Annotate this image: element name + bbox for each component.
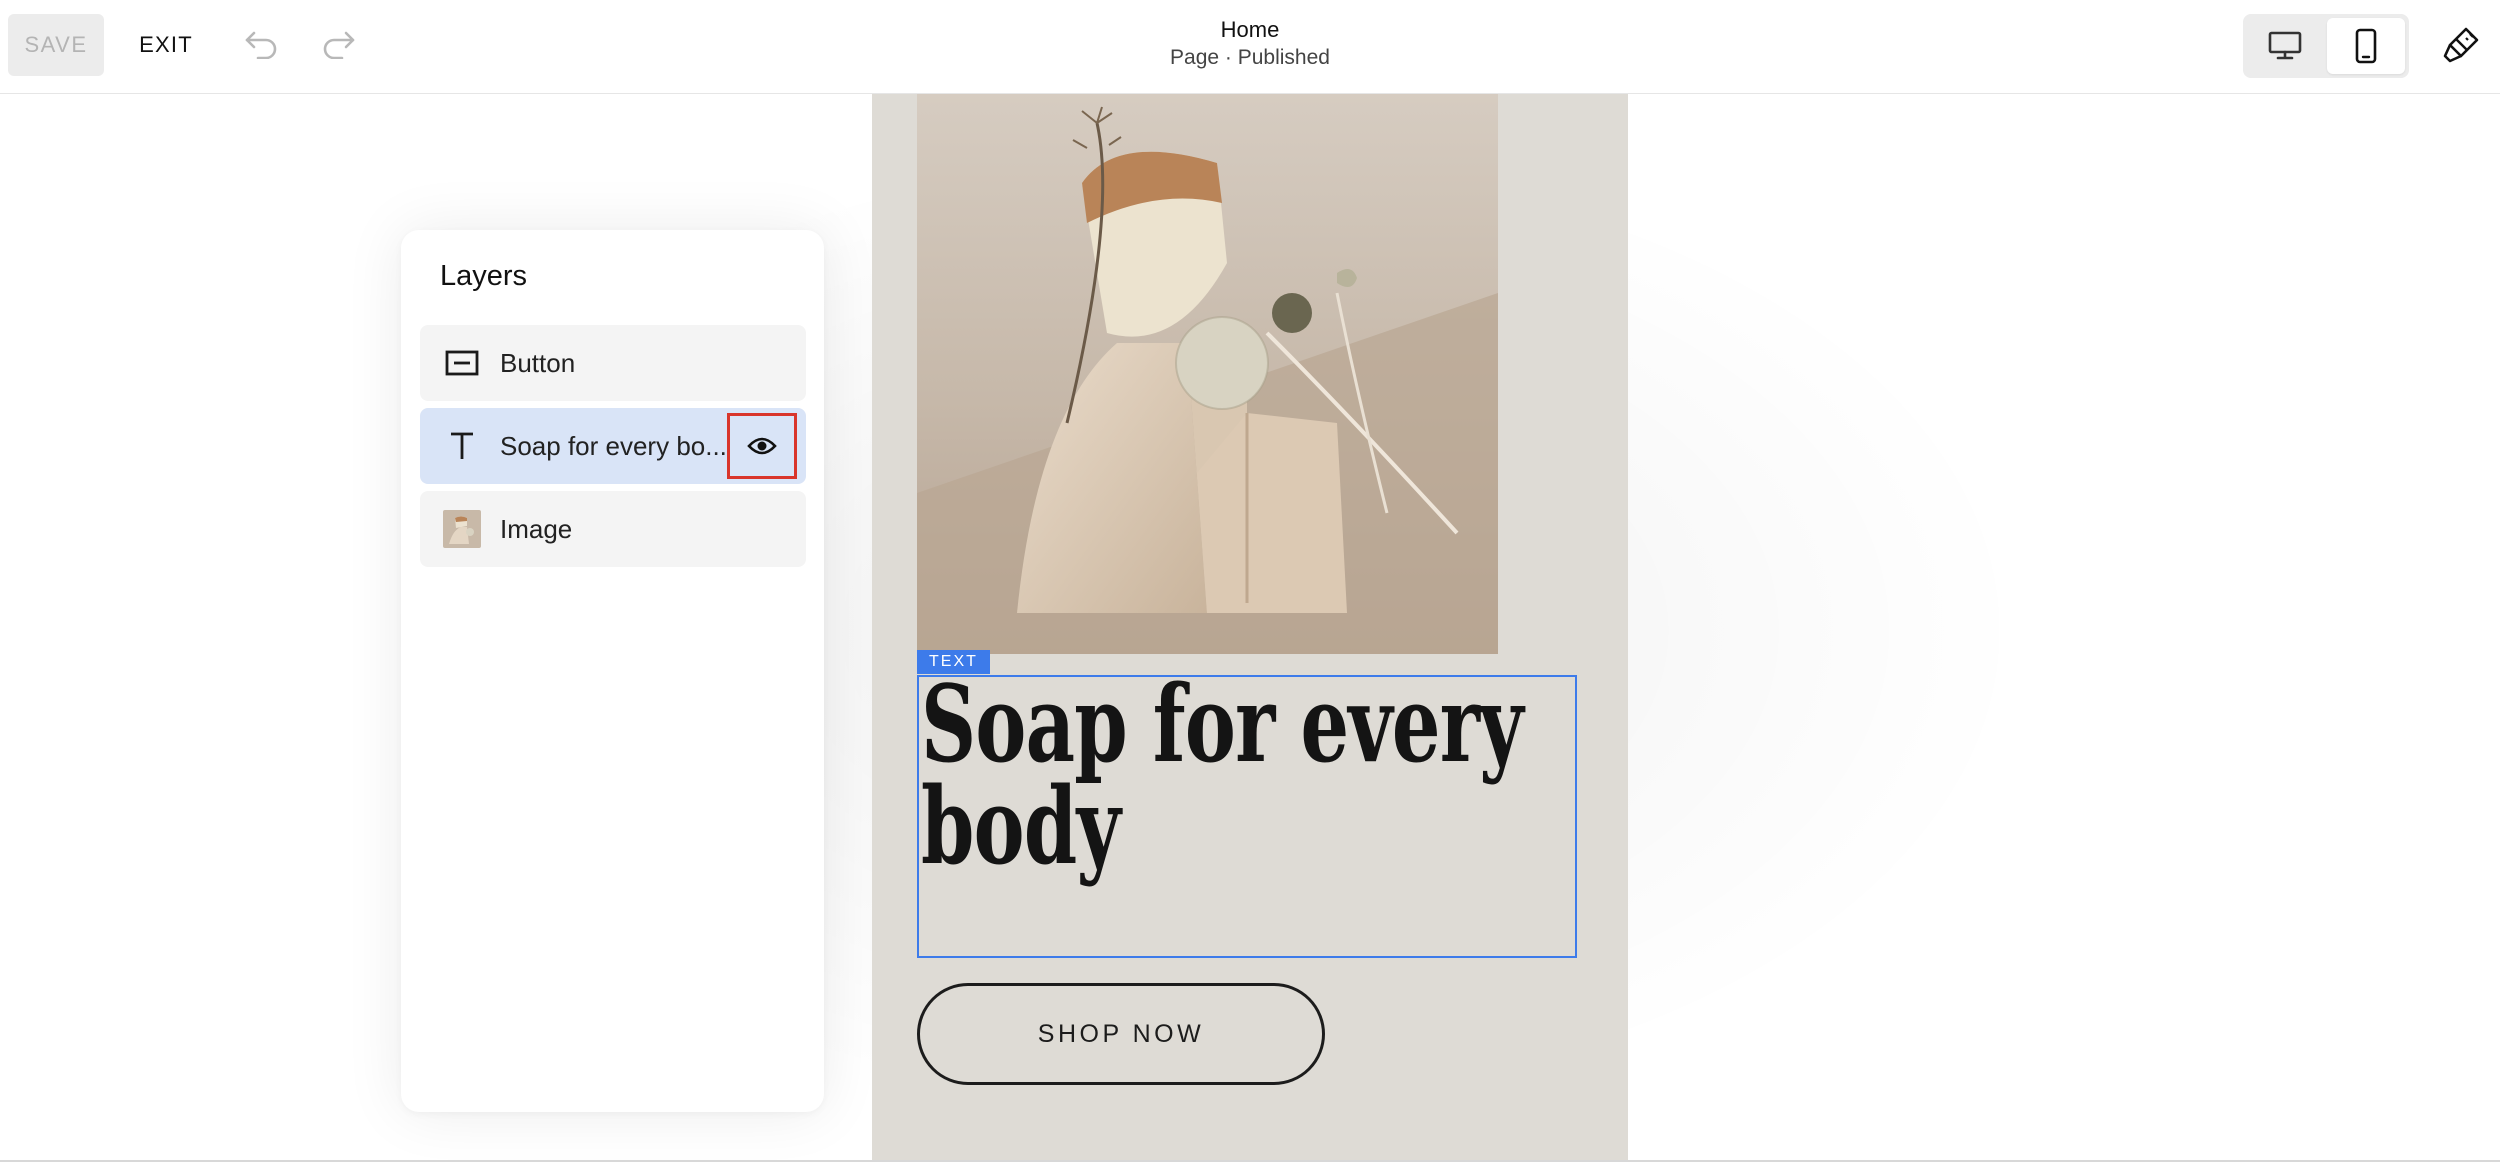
- redo-icon[interactable]: [316, 22, 360, 66]
- headline-line: body: [921, 763, 1121, 888]
- layers-panel-title: Layers: [440, 260, 528, 292]
- button-layer-icon: [442, 343, 482, 383]
- mobile-icon: [2355, 28, 2377, 64]
- site-styles-brush-icon[interactable]: [2436, 20, 2486, 70]
- image-thumbnail-icon: [442, 509, 482, 549]
- page-title-block[interactable]: Home Page · Published: [1100, 16, 1400, 72]
- desktop-icon: [2268, 31, 2302, 60]
- shop-now-button[interactable]: SHOP NOW: [917, 983, 1325, 1085]
- exit-button[interactable]: EXIT: [132, 14, 200, 76]
- layer-item-image[interactable]: Image: [420, 491, 806, 567]
- save-button[interactable]: SAVE: [8, 14, 104, 76]
- layer-label: Image: [500, 514, 573, 544]
- undo-icon[interactable]: [240, 22, 284, 66]
- mobile-view-button[interactable]: [2327, 18, 2405, 74]
- device-view-toggle: [2243, 14, 2409, 78]
- headline-text[interactable]: Soap for every body: [921, 661, 1524, 888]
- eye-icon: [747, 437, 777, 455]
- layer-label: Soap for every bo...: [500, 431, 727, 461]
- layers-panel: Layers Button Soap for every bo... Image: [401, 230, 824, 1112]
- visibility-toggle-button[interactable]: [727, 413, 797, 479]
- layer-item-text[interactable]: Soap for every bo...: [420, 408, 806, 484]
- page-status: Page · Published: [1170, 46, 1330, 69]
- soap-product-image[interactable]: [917, 93, 1498, 654]
- page-title: Home: [1220, 17, 1280, 42]
- text-layer-icon: [442, 426, 482, 466]
- mobile-page-preview: TEXT Soap for every body SHOP NOW: [872, 93, 1628, 1162]
- desktop-view-button[interactable]: [2247, 18, 2323, 74]
- editor-toolbar: SAVE EXIT Home Page · Published: [0, 0, 2500, 94]
- selected-text-block[interactable]: Soap for every body: [917, 661, 1577, 958]
- layer-label: Button: [500, 348, 576, 378]
- headline-line: Soap for every: [921, 661, 1524, 786]
- layer-item-button[interactable]: Button: [420, 325, 806, 401]
